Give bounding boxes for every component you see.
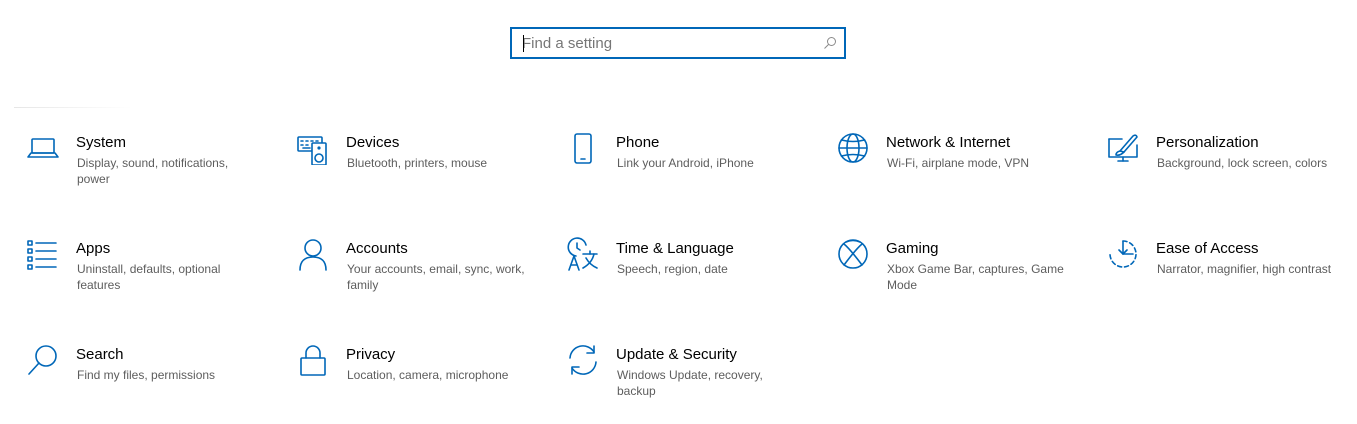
tile-apps[interactable]: Apps Uninstall, defaults, optional featu… (14, 223, 274, 303)
tile-system[interactable]: System Display, sound, notifications, po… (14, 117, 274, 197)
sync-icon (569, 345, 597, 375)
search-icon (28, 345, 57, 375)
tile-description: Your accounts, email, sync, work, family (347, 262, 525, 292)
apps-list-icon (27, 240, 57, 270)
tile-description: Uninstall, defaults, optional features (77, 262, 221, 292)
tile-privacy[interactable]: Privacy Location, camera, microphone (284, 329, 544, 409)
tile-title: Personalization (1156, 134, 1259, 151)
tile-title: Gaming (886, 240, 939, 257)
tile-title: System (76, 134, 127, 151)
tile-title: Ease of Access (1156, 240, 1259, 257)
tile-title: Network & Internet (886, 134, 1011, 151)
tile-description: Windows Update, recovery, backup (617, 368, 763, 398)
person-icon (299, 239, 327, 271)
tile-accounts[interactable]: Accounts Your accounts, email, sync, wor… (284, 223, 544, 303)
search-box[interactable] (510, 27, 846, 59)
tile-search[interactable]: Search Find my files, permissions (14, 329, 274, 409)
divider (14, 107, 132, 108)
tile-description: Wi-Fi, airplane mode, VPN (887, 156, 1030, 170)
tile-description: Speech, region, date (617, 262, 728, 276)
globe-icon (838, 133, 868, 163)
tile-phone[interactable]: Phone Link your Android, iPhone (554, 117, 814, 197)
tile-description: Xbox Game Bar, captures, Game Mode (887, 262, 1064, 292)
tile-title: Search (76, 346, 124, 363)
tile-description: Background, lock screen, colors (1157, 156, 1328, 170)
paintbrush-icon (1108, 134, 1138, 162)
tile-description: Find my files, permissions (77, 368, 216, 382)
tile-title: Devices (346, 134, 400, 151)
tile-update-security[interactable]: Update & Security Windows Update, recove… (554, 329, 814, 409)
tile-description: Link your Android, iPhone (617, 156, 754, 170)
time-language-icon (567, 237, 598, 271)
tile-description: Bluetooth, printers, mouse (347, 156, 488, 170)
tile-description: Location, camera, microphone (347, 368, 509, 382)
tile-time-language[interactable]: Time & Language Speech, region, date (554, 223, 814, 303)
tile-title: Time & Language (616, 240, 734, 257)
keyboard-speaker-icon (297, 136, 327, 165)
tile-network-internet[interactable]: Network & Internet Wi-Fi, airplane mode,… (824, 117, 1084, 197)
phone-icon (574, 133, 592, 164)
xbox-icon (838, 239, 868, 269)
tile-title: Apps (76, 240, 111, 257)
settings-home: System Display, sound, notifications, po… (0, 0, 1357, 424)
tile-title: Update & Security (616, 346, 737, 363)
search-input[interactable] (512, 29, 812, 57)
tile-ease-of-access[interactable]: Ease of Access Narrator, magnifier, high… (1094, 223, 1354, 303)
search-icon[interactable] (822, 35, 838, 51)
tile-title: Privacy (346, 346, 396, 363)
tile-description: Narrator, magnifier, high contrast (1157, 262, 1332, 276)
tile-description: Display, sound, notifications, power (77, 156, 229, 186)
lock-icon (300, 345, 326, 376)
text-caret (523, 35, 524, 52)
ease-of-access-icon (1109, 240, 1137, 268)
laptop-icon (27, 138, 59, 158)
tile-devices[interactable]: Devices Bluetooth, printers, mouse (284, 117, 544, 197)
tile-title: Phone (616, 134, 660, 151)
tile-title: Accounts (346, 240, 408, 257)
tile-gaming[interactable]: Gaming Xbox Game Bar, captures, Game Mod… (824, 223, 1084, 303)
tile-personalization[interactable]: Personalization Background, lock screen,… (1094, 117, 1354, 197)
